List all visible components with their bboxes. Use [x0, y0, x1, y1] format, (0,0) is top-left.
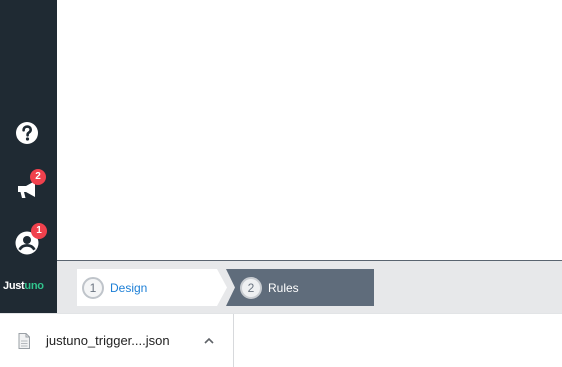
help-icon[interactable]	[14, 120, 40, 146]
app-window: 2 1 Justuno 1 Design 2 Rules	[0, 0, 562, 313]
step-number: 2	[240, 276, 262, 299]
step-rules[interactable]: 2 Rules	[226, 269, 374, 306]
announcements-badge: 2	[30, 169, 46, 185]
step-bar: 1 Design 2 Rules	[57, 260, 562, 313]
justuno-logo[interactable]: Justuno	[3, 280, 44, 292]
file-icon	[18, 332, 30, 349]
chevron-up-icon[interactable]	[203, 335, 215, 347]
step-number: 1	[82, 276, 104, 299]
step-label: Rules	[268, 280, 299, 295]
sidebar: 2 1 Justuno	[0, 0, 57, 313]
step-design[interactable]: 1 Design	[77, 269, 227, 306]
logo-suffix: uno	[24, 280, 44, 292]
account-badge: 1	[31, 223, 47, 239]
step-label: Design	[110, 280, 148, 295]
download-file-name: justuno_trigger....json	[46, 333, 170, 348]
downloads-bar: justuno_trigger....json	[0, 313, 562, 367]
logo-prefix: Just	[3, 280, 25, 292]
main-canvas	[57, 0, 562, 260]
download-item[interactable]: justuno_trigger....json	[0, 314, 234, 367]
